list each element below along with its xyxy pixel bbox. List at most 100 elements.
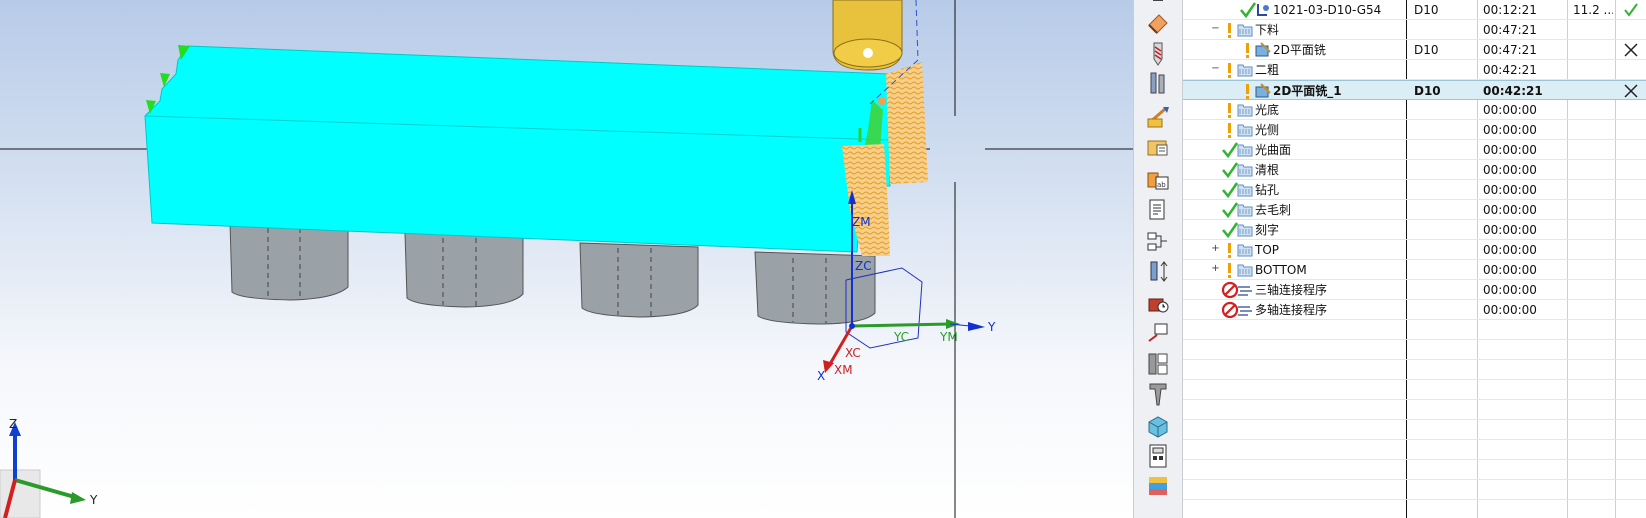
operation-row[interactable]: 去毛刺 00:00:00 <box>1183 200 1646 220</box>
graphics-viewport[interactable]: ZM ZC YC YM Y XC XM X Z Y <box>0 0 1133 518</box>
viewport-scene: ZM ZC YC YM Y XC XM X Z Y <box>0 0 1133 518</box>
folder-icon <box>1237 182 1253 198</box>
operation-row[interactable]: − 下料 00:47:21 <box>1183 20 1646 40</box>
tool-icon[interactable] <box>1143 40 1173 68</box>
tool-cell <box>1414 20 1484 40</box>
drill-tool-icon[interactable] <box>1143 380 1173 408</box>
stock-icon[interactable] <box>1143 412 1173 440</box>
time-cell: 00:00:00 <box>1483 143 1537 157</box>
tool-cell <box>1414 200 1484 220</box>
operation-row-selected[interactable]: 2D平面铣_1 D10 00:42:21 <box>1183 80 1646 100</box>
tool-axis-icon[interactable] <box>1143 258 1173 286</box>
collapse-toggle-icon[interactable]: − <box>1211 64 1220 74</box>
tool-cell <box>1414 180 1484 200</box>
tool-cell <box>1414 300 1484 320</box>
folder-icon <box>1237 222 1253 238</box>
tool-cell <box>1414 120 1484 140</box>
operation-name: 三轴连接程序 <box>1255 283 1328 297</box>
operation-name: 刻字 <box>1255 223 1280 237</box>
shop-doc-icon[interactable]: ab <box>1143 166 1173 194</box>
program-group-icon[interactable] <box>1143 134 1173 162</box>
operation-row[interactable]: 三轴连接程序 00:00:00 <box>1183 280 1646 300</box>
expand-toggle-icon[interactable]: + <box>1211 264 1220 274</box>
tool-cell: D10 <box>1414 43 1439 57</box>
time-cell: 00:42:21 <box>1483 63 1537 77</box>
view-triad: Z Y <box>0 417 98 518</box>
time-cell: 00:47:21 <box>1483 43 1537 57</box>
axis-label-ym: YM <box>939 330 958 344</box>
operation-row[interactable]: 光底 00:00:00 <box>1183 100 1646 120</box>
operation-row[interactable]: 钻孔 00:00:00 <box>1183 180 1646 200</box>
operation-name: 1021-03-D10-G54 <box>1273 3 1382 17</box>
calculator-icon[interactable] <box>1143 442 1173 470</box>
triad-label-y: Y <box>89 493 98 507</box>
operation-row[interactable]: + TOP 00:00:00 <box>1183 240 1646 260</box>
link-icon <box>1237 302 1253 318</box>
axis-label-zc: ZC <box>855 259 872 273</box>
machine-icon[interactable] <box>1143 288 1173 316</box>
empty-row <box>1183 360 1646 380</box>
time-cell: 00:12:21 <box>1483 3 1537 17</box>
operation-row[interactable]: − 二粗 00:42:21 <box>1183 60 1646 80</box>
empty-row <box>1183 480 1646 500</box>
tool-cell: D10 <box>1414 84 1441 98</box>
time-cell: 00:00:00 <box>1483 163 1537 177</box>
operation-name: 去毛刺 <box>1255 203 1292 217</box>
extra-cell: 11.2 ... <box>1573 3 1613 17</box>
expand-toggle-icon[interactable]: + <box>1211 244 1220 254</box>
operation-name: 2D平面铣 <box>1273 43 1326 57</box>
operation-row[interactable]: 1021-03-D10-G54 D10 00:12:21 11.2 ... <box>1183 0 1646 20</box>
operation-name: 2D平面铣_1 <box>1273 84 1342 98</box>
operation-name: 二粗 <box>1255 63 1280 77</box>
operation-row[interactable]: + BOTTOM 00:00:00 <box>1183 260 1646 280</box>
time-cell: 00:47:21 <box>1483 23 1537 37</box>
report-icon[interactable] <box>1143 196 1173 224</box>
axis-label-zm: ZM <box>852 215 871 229</box>
view-icon[interactable] <box>1143 320 1173 348</box>
collapse-toggle-icon[interactable]: − <box>1211 24 1220 34</box>
empty-row <box>1183 420 1646 440</box>
axis-label-y: Y <box>987 320 996 334</box>
tool-holder-icon[interactable] <box>1143 70 1173 98</box>
part-body <box>144 45 891 253</box>
folder-icon <box>1237 242 1253 258</box>
svg-text:ab: ab <box>1157 181 1166 189</box>
operation-row[interactable]: 清根 00:00:00 <box>1183 160 1646 180</box>
tool-cell <box>1414 240 1484 260</box>
link-icon <box>1237 282 1253 298</box>
tool-cell <box>1414 60 1484 80</box>
time-cell: 00:42:21 <box>1483 84 1543 98</box>
operation-name: BOTTOM <box>1255 263 1307 277</box>
machining-icon[interactable] <box>1143 102 1173 130</box>
folder-icon <box>1237 102 1253 118</box>
resource-bar: ab <box>1133 0 1183 518</box>
empty-row <box>1183 400 1646 420</box>
operation-name: 光侧 <box>1255 123 1280 137</box>
operation-row[interactable]: 2D平面铣 D10 00:47:21 <box>1183 40 1646 60</box>
time-cell: 00:00:00 <box>1483 303 1537 317</box>
tool-cell <box>1414 220 1484 240</box>
tool-cell <box>1414 280 1484 300</box>
operation-row[interactable]: 光曲面 00:00:00 <box>1183 140 1646 160</box>
time-cell: 00:00:00 <box>1483 223 1537 237</box>
operation-name: TOP <box>1255 243 1280 257</box>
process-icon[interactable] <box>1143 228 1173 256</box>
operation-icon <box>1255 83 1271 99</box>
folder-icon <box>1237 162 1253 178</box>
folder-icon <box>1237 62 1253 78</box>
eraser-icon[interactable] <box>1143 10 1173 38</box>
tool-cell <box>1414 100 1484 120</box>
tool-list-icon[interactable] <box>1143 350 1173 378</box>
operation-row[interactable]: 光侧 00:00:00 <box>1183 120 1646 140</box>
tool-path-icon <box>1255 2 1271 18</box>
app-window: ZM ZC YC YM Y XC XM X Z Y ab 1021-03-D10… <box>0 0 1646 518</box>
time-cell: 00:00:00 <box>1483 123 1537 137</box>
operation-name: 钻孔 <box>1255 183 1280 197</box>
time-cell: 00:00:00 <box>1483 203 1537 217</box>
color-palette-icon[interactable] <box>1143 472 1173 500</box>
operation-row[interactable]: 刻字 00:00:00 <box>1183 220 1646 240</box>
operation-row[interactable]: 多轴连接程序 00:00:00 <box>1183 300 1646 320</box>
axis-label-x: X <box>817 369 825 383</box>
empty-row <box>1183 320 1646 340</box>
end-check-icon <box>1623 2 1639 18</box>
